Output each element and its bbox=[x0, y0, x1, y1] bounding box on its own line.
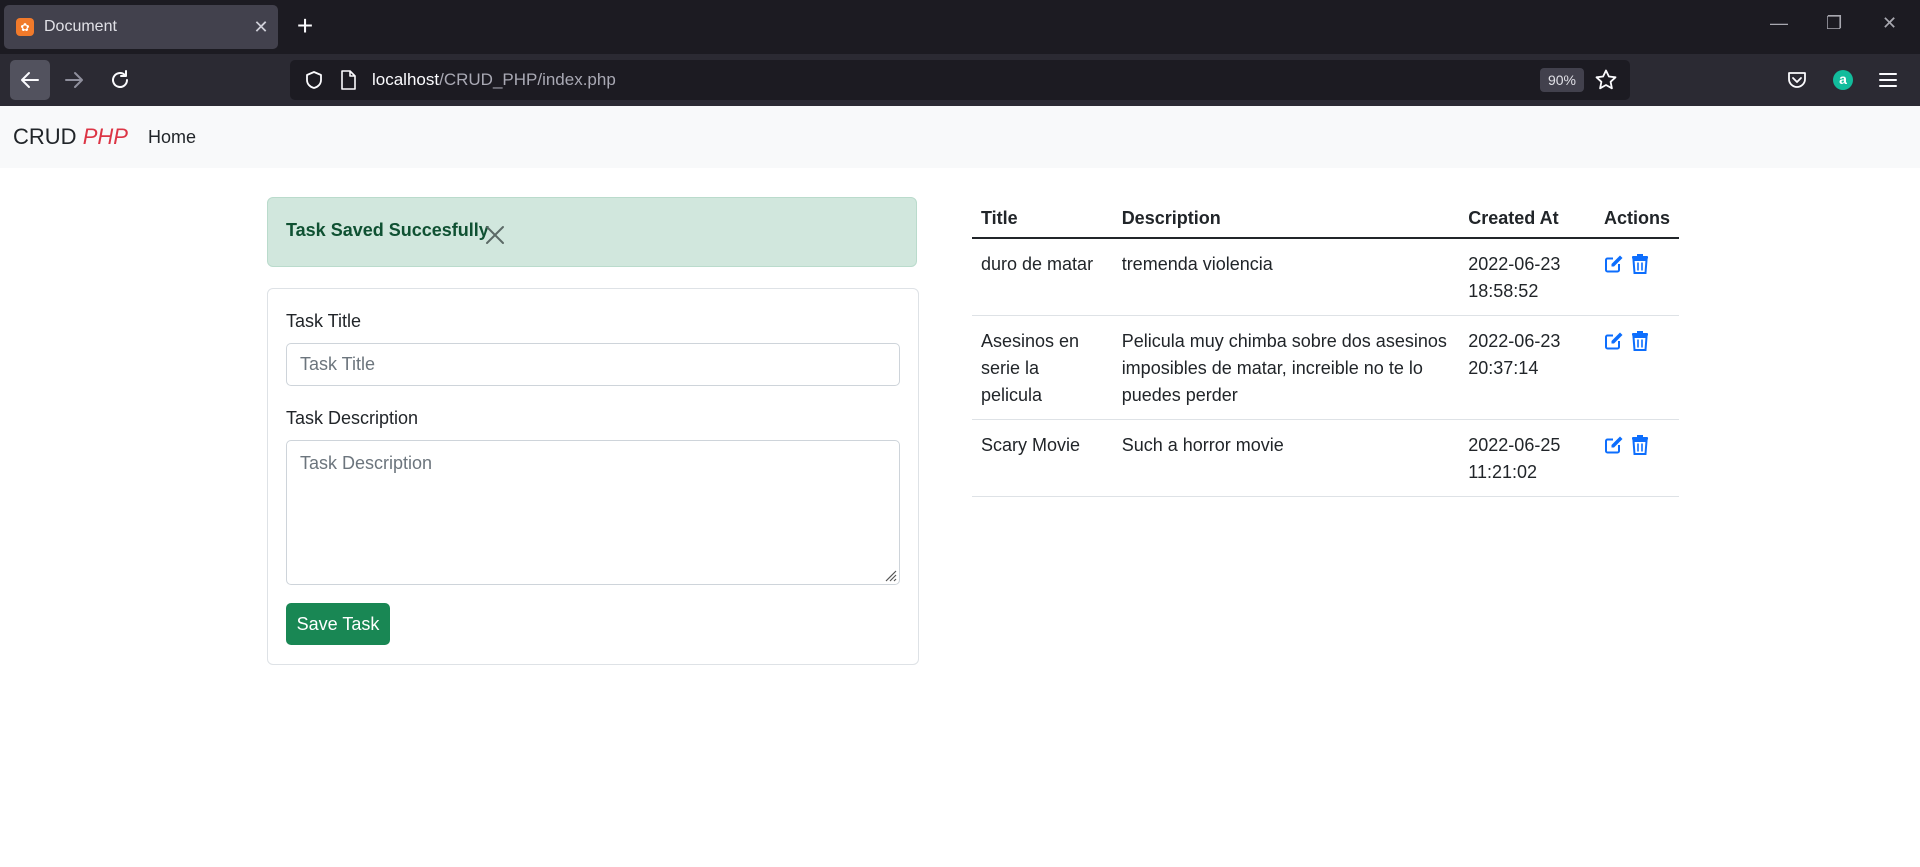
task-title-label: Task Title bbox=[286, 311, 362, 331]
task-created-at-cell: 2022-06-25 11:21:02 bbox=[1459, 419, 1595, 497]
back-button[interactable] bbox=[10, 60, 50, 100]
task-created-at-cell: 2022-06-23 18:58:52 bbox=[1459, 238, 1595, 316]
close-icon[interactable]: ✕ bbox=[244, 17, 278, 38]
created-date: 2022-06-23 bbox=[1468, 254, 1561, 274]
created-time: 20:37:14 bbox=[1468, 358, 1539, 378]
task-actions-cell bbox=[1594, 238, 1679, 316]
brand-text: CRUD bbox=[13, 124, 77, 149]
bookmark-star-icon[interactable] bbox=[1594, 68, 1618, 92]
edit-icon[interactable] bbox=[1604, 331, 1624, 351]
resize-grip-icon[interactable] bbox=[883, 568, 897, 582]
save-task-button[interactable]: Save Task bbox=[286, 603, 390, 645]
column-header-created-at: Created At bbox=[1459, 196, 1595, 239]
created-time: 11:21:02 bbox=[1468, 462, 1537, 482]
created-time: 18:58:52 bbox=[1468, 281, 1539, 301]
task-description-cell: Pelicula muy chimba sobre dos asesinos i… bbox=[1112, 315, 1460, 420]
success-alert: Task Saved Succesfully bbox=[267, 197, 917, 267]
window-close-icon[interactable]: ✕ bbox=[1882, 13, 1897, 34]
table-row: Scary Movie Such a horror movie 2022-06-… bbox=[972, 419, 1679, 497]
trash-icon[interactable] bbox=[1631, 331, 1649, 351]
url-path: /CRUD_PHP/index.php bbox=[439, 70, 616, 89]
table-row: Asesinos en serie la pelicula Pelicula m… bbox=[972, 315, 1679, 420]
trash-icon[interactable] bbox=[1631, 254, 1649, 274]
url-bar[interactable]: localhost/CRUD_PHP/index.php 90% bbox=[290, 60, 1630, 100]
brand-accent-text: PHP bbox=[82, 124, 128, 149]
task-description-input[interactable] bbox=[286, 440, 900, 585]
column-header-actions: Actions bbox=[1594, 196, 1679, 239]
column-header-title: Title bbox=[972, 196, 1113, 239]
task-actions-cell bbox=[1594, 315, 1679, 420]
minimize-icon[interactable]: — bbox=[1770, 13, 1788, 34]
column-header-description: Description bbox=[1112, 196, 1460, 239]
close-icon[interactable] bbox=[484, 224, 506, 246]
shield-icon[interactable] bbox=[304, 70, 324, 90]
url-text[interactable]: localhost/CRUD_PHP/index.php bbox=[372, 70, 616, 90]
task-title-cell: duro de matar bbox=[972, 238, 1113, 316]
new-tab-icon[interactable]: + bbox=[290, 12, 320, 42]
menu-icon[interactable] bbox=[1878, 71, 1898, 89]
task-title-cell: Asesinos en serie la pelicula bbox=[972, 315, 1113, 420]
task-description-cell: Such a horror movie bbox=[1112, 419, 1460, 497]
account-avatar-icon[interactable]: a bbox=[1833, 70, 1853, 90]
navbar-brand[interactable]: CRUD PHP bbox=[13, 124, 128, 150]
reload-icon bbox=[112, 70, 128, 88]
table-row: duro de matar tremenda violencia 2022-06… bbox=[972, 238, 1679, 316]
task-title-input[interactable] bbox=[286, 343, 900, 386]
table-header-row: Title Description Created At Actions bbox=[972, 196, 1679, 239]
browser-tab-bar: ✿ Document ✕ + — ❐ ✕ bbox=[0, 0, 1920, 54]
edit-icon[interactable] bbox=[1604, 435, 1624, 455]
tasks-table: Title Description Created At Actions dur… bbox=[972, 196, 1679, 497]
task-actions-cell bbox=[1594, 419, 1679, 497]
alert-message: Task Saved Succesfully bbox=[286, 220, 489, 240]
zoom-level-badge[interactable]: 90% bbox=[1539, 68, 1584, 92]
task-created-at-cell: 2022-06-23 20:37:14 bbox=[1459, 315, 1595, 420]
arrow-right-icon bbox=[65, 72, 83, 88]
task-description-cell: tremenda violencia bbox=[1112, 238, 1460, 316]
xampp-icon: ✿ bbox=[16, 18, 34, 36]
nav-link-home[interactable]: Home bbox=[148, 127, 196, 148]
task-title-cell: Scary Movie bbox=[972, 419, 1113, 497]
url-host: localhost bbox=[372, 70, 440, 89]
restore-icon[interactable]: ❐ bbox=[1826, 13, 1842, 34]
pocket-icon[interactable] bbox=[1786, 69, 1808, 91]
page-icon[interactable] bbox=[340, 70, 356, 90]
forward-button[interactable] bbox=[54, 60, 94, 100]
task-form-card: Task Title Task Description Save Task bbox=[267, 288, 919, 665]
reload-button[interactable] bbox=[100, 60, 140, 100]
browser-toolbar: localhost/CRUD_PHP/index.php 90% a bbox=[0, 54, 1920, 106]
site-navbar: CRUD PHP Home bbox=[0, 106, 1920, 168]
edit-icon[interactable] bbox=[1604, 254, 1624, 274]
arrow-left-icon bbox=[21, 72, 39, 88]
trash-icon[interactable] bbox=[1631, 435, 1649, 455]
browser-tab[interactable]: ✿ Document ✕ bbox=[4, 5, 278, 49]
tab-title: Document bbox=[44, 18, 117, 35]
created-date: 2022-06-23 bbox=[1468, 331, 1561, 351]
created-date: 2022-06-25 bbox=[1468, 435, 1561, 455]
task-description-label: Task Description bbox=[286, 408, 419, 428]
task-description-wrapper bbox=[286, 440, 900, 585]
